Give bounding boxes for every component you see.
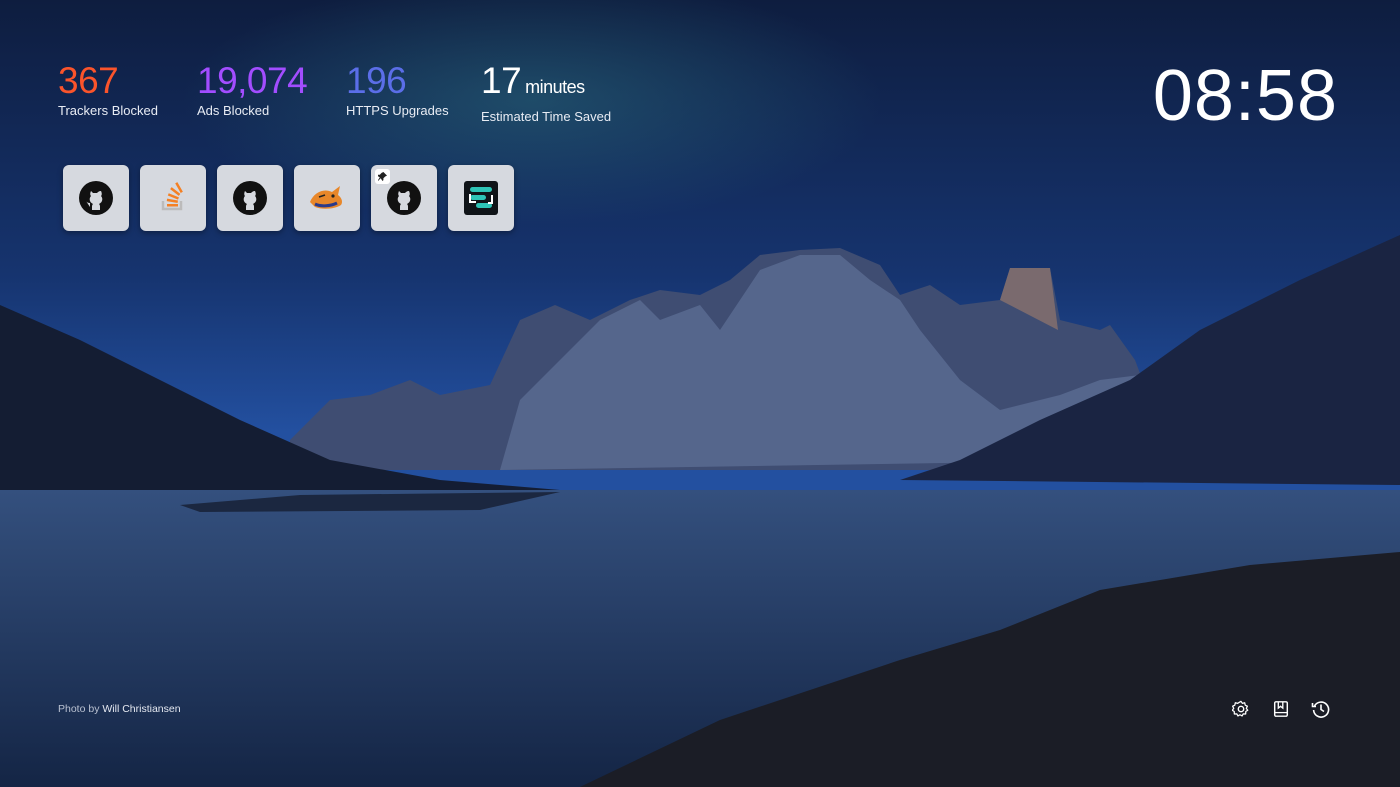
- github-icon: [79, 181, 113, 215]
- stat-label: Estimated Time Saved: [481, 109, 612, 124]
- photo-credit-prefix: Photo by: [58, 703, 100, 715]
- stat-value: 196: [346, 60, 407, 101]
- github-icon: [233, 181, 267, 215]
- stat-value: 19,074: [197, 60, 308, 101]
- history-icon: [1311, 701, 1330, 718]
- stat-value: 17 minutes: [481, 60, 585, 101]
- top-site-tile-pinned[interactable]: [371, 165, 437, 231]
- photo-credit-author[interactable]: Will Christiansen: [102, 703, 180, 715]
- pin-icon[interactable]: [375, 169, 390, 184]
- stat-unit: minutes: [525, 77, 585, 97]
- photo-credit: Photo by Will Christiansen: [58, 703, 181, 715]
- top-site-tile[interactable]: [63, 165, 129, 231]
- stat-ads-blocked: 19,074 Ads Blocked: [197, 60, 308, 124]
- stackoverflow-icon: [161, 182, 183, 211]
- top-site-tile[interactable]: [294, 165, 360, 231]
- stat-label: HTTPS Upgrades: [346, 103, 449, 118]
- history-button[interactable]: [1310, 698, 1332, 720]
- footer-actions: [1212, 698, 1332, 720]
- fox-logo-icon: [310, 186, 342, 209]
- stats-panel: 367 Trackers Blocked 19,074 Ads Blocked …: [58, 60, 653, 124]
- stat-label: Ads Blocked: [197, 103, 270, 118]
- top-site-tile[interactable]: [217, 165, 283, 231]
- s-logo-icon: [464, 181, 498, 215]
- settings-button[interactable]: [1230, 698, 1252, 720]
- github-icon: [387, 181, 421, 215]
- top-sites: [63, 165, 525, 231]
- clock: 08:58: [1152, 56, 1338, 136]
- top-site-tile[interactable]: [140, 165, 206, 231]
- settings-gear-icon: [1232, 700, 1249, 717]
- stat-time-saved: 17 minutes Estimated Time Saved: [481, 60, 611, 124]
- bookmarks-icon: [1273, 701, 1289, 717]
- stat-https-upgrades: 196 HTTPS Upgrades: [346, 60, 449, 124]
- top-site-tile[interactable]: [448, 165, 514, 231]
- stat-label: Trackers Blocked: [58, 103, 158, 118]
- stat-value: 367: [58, 60, 119, 101]
- bookmarks-button[interactable]: [1270, 698, 1292, 720]
- stat-trackers-blocked: 367 Trackers Blocked: [58, 60, 158, 124]
